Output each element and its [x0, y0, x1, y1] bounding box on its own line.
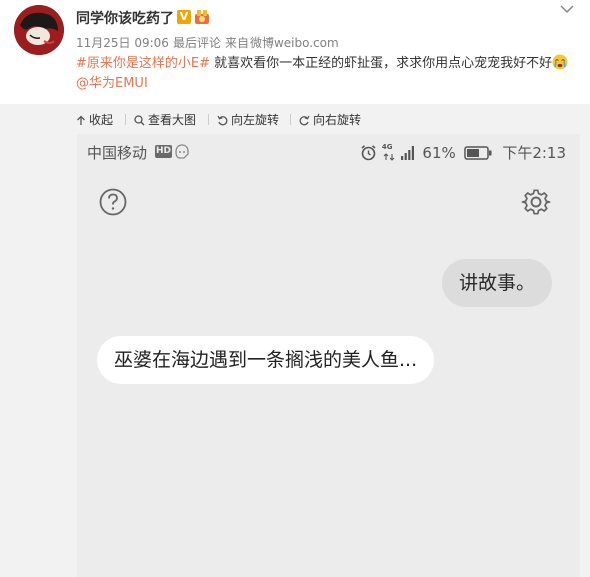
- toolbar-divider: [125, 114, 126, 125]
- phone-screenshot: 中国移动 HD 4G 61% 下午2:13 讲故事。 巫婆在海边遇到一条搁浅的美…: [77, 134, 580, 577]
- rotate-right-button[interactable]: 向右旋转: [299, 111, 361, 128]
- voice-assistant-icon: [175, 144, 189, 159]
- username[interactable]: 同学你该吃药了: [76, 8, 174, 28]
- verified-badge-icon: V: [177, 10, 191, 24]
- last-comment-link[interactable]: 最后评论: [173, 36, 221, 50]
- rotate-right-label: 向右旋转: [313, 113, 362, 127]
- toolbar-divider: [208, 114, 209, 125]
- view-large-button[interactable]: 查看大图: [134, 111, 196, 128]
- weibo-post: 同学你该吃药了 V 11月25日 09:06 最后评论 来自微博weibo.com …: [0, 0, 590, 104]
- image-viewer: 收起 查看大图 向左旋转 向右旋转 中国移动 HD 4G 61% 下午2:13 …: [0, 104, 590, 577]
- help-icon[interactable]: [98, 187, 128, 217]
- clock-time: 下午2:13: [502, 144, 566, 162]
- toolbar-divider: [290, 114, 291, 125]
- status-bar: 中国移动 HD 4G 61% 下午2:13: [77, 142, 580, 164]
- collapse-label: 收起: [89, 113, 114, 127]
- network-type: 4G: [381, 142, 396, 162]
- data-arrows-icon: [383, 152, 395, 161]
- rotate-left-button[interactable]: 向左旋转: [217, 111, 279, 128]
- user-message-bubble: 讲故事。: [442, 259, 553, 307]
- source-prefix: 来自: [224, 36, 249, 50]
- collapse-button[interactable]: 收起: [76, 111, 113, 128]
- mention-link[interactable]: @华为EMUI: [76, 76, 148, 91]
- signal-strength-icon: [400, 145, 414, 160]
- alarm-clock-icon: [361, 145, 376, 161]
- status-right: 4G 61% 下午2:13: [360, 142, 566, 163]
- post-body-text: 就喜欢看你一本正经的虾扯蛋，求求你用点心宠宠我好不好: [210, 56, 553, 71]
- view-large-label: 查看大图: [148, 113, 197, 127]
- carrier-name: 中国移动: [87, 144, 148, 162]
- crying-emoji-icon: [552, 54, 568, 70]
- network-type-label: 4G: [381, 142, 393, 151]
- battery-percent: 61%: [422, 143, 456, 162]
- rotate-left-icon: [217, 115, 228, 126]
- post-content: #原来你是这样的小E# 就喜欢看你一本正经的虾扯蛋，求求你用点心宠宠我好不好 @…: [76, 54, 576, 94]
- post-date[interactable]: 11月25日 09:06: [76, 36, 169, 50]
- assistant-message-bubble: 巫婆在海边遇到一条搁浅的美人鱼...: [97, 336, 435, 384]
- avatar-illustration-icon: [14, 5, 64, 55]
- post-meta: 11月25日 09:06 最后评论 来自微博weibo.com: [76, 34, 343, 51]
- arrow-up-icon: [77, 115, 85, 125]
- medal-icon: [195, 10, 209, 24]
- magnifier-icon: [134, 115, 145, 126]
- hashtag-link[interactable]: #原来你是这样的小E#: [76, 56, 210, 71]
- user-avatar[interactable]: [14, 5, 64, 55]
- battery-icon: [463, 145, 492, 160]
- chevron-down-icon[interactable]: [560, 4, 574, 14]
- post-source[interactable]: 微博weibo.com: [250, 36, 339, 50]
- rotate-left-label: 向左旋转: [231, 113, 280, 127]
- rotate-right-icon: [299, 115, 310, 126]
- gear-icon[interactable]: [521, 187, 551, 217]
- hd-badge: HD: [155, 145, 172, 158]
- image-toolbar: 收起 查看大图 向左旋转 向右旋转: [0, 104, 590, 134]
